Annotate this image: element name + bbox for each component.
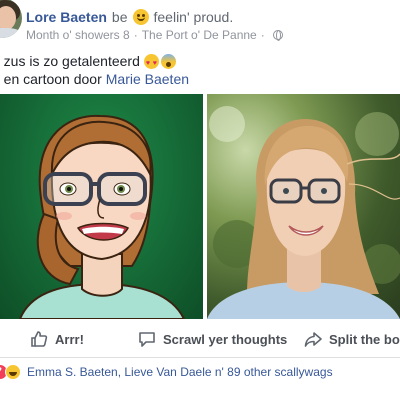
meta-separator-2: ·: [260, 28, 265, 42]
heart-eyes-emoji-icon: [143, 53, 159, 73]
author-avatar[interactable]: [0, 0, 22, 38]
meta-separator: ·: [133, 28, 138, 42]
tagged-person-link[interactable]: Marie Baeten: [106, 70, 189, 88]
cartoon-portrait-drawing: [18, 114, 186, 319]
reaction-names[interactable]: Emma S. Baeten, Lieve Van Daele n' 89 ot…: [27, 365, 333, 379]
author-name[interactable]: Lore Baeten: [26, 8, 107, 26]
comment-button[interactable]: Scrawl yer thoughts: [138, 320, 287, 358]
thumbs-up-icon: [31, 331, 48, 347]
like-label: Arrr!: [55, 331, 84, 347]
activity-verb: be: [111, 9, 128, 25]
laugh-reaction-icon: [5, 364, 21, 380]
share-label: Split the boot: [329, 331, 400, 347]
post-text-line-2: o en cartoon door: [0, 71, 102, 87]
post-text-line-1: n zus is zo getalenteerd: [0, 53, 140, 69]
globe-icon[interactable]: [272, 30, 283, 41]
share-icon: [304, 332, 322, 347]
portrait-photo-drawing: [207, 106, 400, 319]
post-location[interactable]: The Port o' De Panne: [142, 28, 257, 42]
smile-emoji-icon: [132, 9, 149, 25]
post-meta: Month o' showers 8 · The Port o' De Pann…: [26, 28, 283, 42]
cartoon-photo[interactable]: [0, 94, 203, 319]
comment-icon: [139, 332, 155, 347]
comment-label: Scrawl yer thoughts: [163, 331, 288, 347]
action-bar: Arrr! Scrawl yer thoughts Split the boot: [0, 320, 400, 358]
feeling-text: feelin' proud.: [153, 9, 234, 25]
post-date[interactable]: Month o' showers 8: [26, 28, 130, 42]
portrait-photo[interactable]: [207, 94, 400, 319]
post-header: Lore Baeten be feelin' proud.: [26, 8, 233, 26]
scream-emoji-icon: [160, 53, 176, 69]
share-button[interactable]: Split the boot: [304, 320, 400, 358]
post-text: n zus is zo getalenteerd o en cartoon do…: [0, 52, 189, 88]
like-button[interactable]: Arrr!: [30, 320, 84, 358]
